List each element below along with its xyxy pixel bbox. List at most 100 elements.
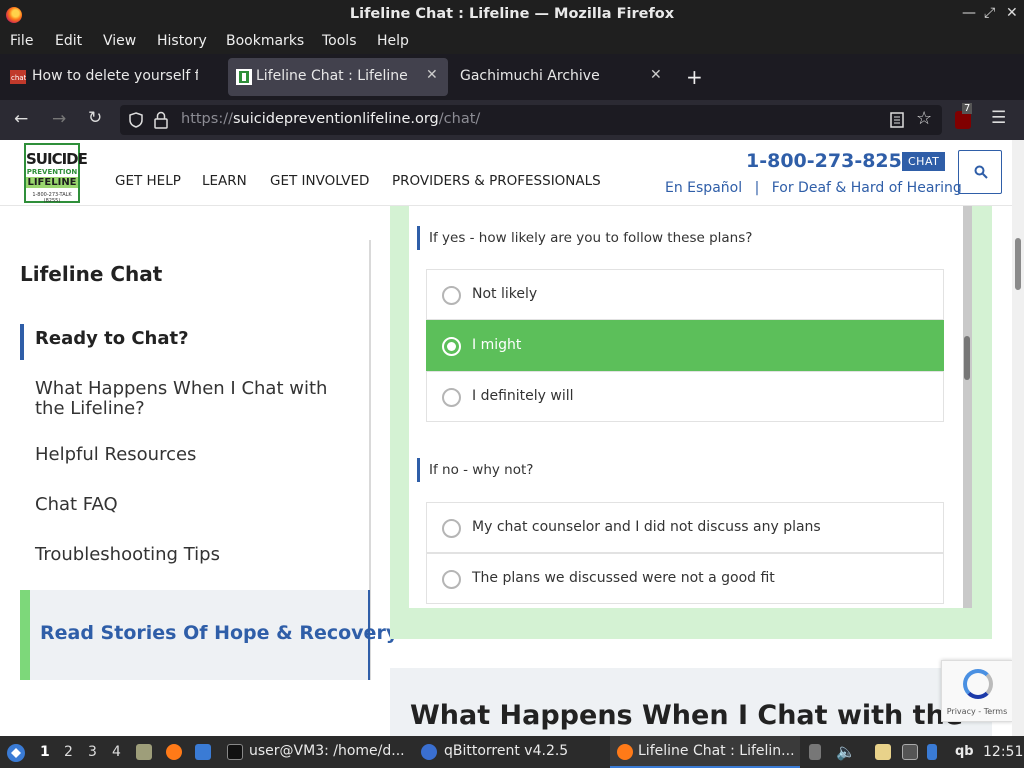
lock-icon[interactable]: [154, 111, 168, 129]
recaptcha-terms-link[interactable]: Terms: [984, 707, 1008, 716]
deaf-hard-of-hearing-link[interactable]: For Deaf & Hard of Hearing: [772, 180, 962, 196]
firefox-launcher-icon[interactable]: [166, 744, 182, 760]
nav-providers-professionals[interactable]: PROVIDERS & PROFESSIONALS: [392, 173, 601, 189]
sidebar-item-ready-to-chat[interactable]: Ready to Chat?: [35, 328, 189, 349]
what-happens-section: What Happens When I Chat with the: [390, 668, 992, 736]
option-did-not-discuss[interactable]: My chat counselor and I did not discuss …: [426, 502, 944, 553]
option-not-good-fit[interactable]: The plans we discussed were not a good f…: [426, 553, 944, 604]
task-terminal[interactable]: user@VM3: /home/d...: [249, 743, 405, 759]
navigation-toolbar: ← → ↻ https://suicidepreventionlifeline.…: [0, 100, 1024, 140]
sidebar-item-troubleshooting[interactable]: Troubleshooting Tips: [35, 544, 220, 565]
radio-button-selected[interactable]: [442, 337, 461, 356]
radio-button[interactable]: [442, 570, 461, 589]
workspace-4[interactable]: 4: [112, 744, 121, 760]
lifeline-favicon-icon: [236, 69, 252, 85]
chat-favicon-icon: chat: [10, 70, 26, 84]
window-title: Lifeline Chat : Lifeline — Mozilla Firef…: [349, 6, 675, 22]
back-icon[interactable]: ←: [14, 109, 28, 129]
file-manager-icon[interactable]: [136, 744, 152, 760]
new-tab-icon[interactable]: +: [686, 65, 703, 89]
sidebar-item-chat-faq[interactable]: Chat FAQ: [35, 494, 118, 515]
task-firefox-active[interactable]: Lifeline Chat : Lifelin...: [610, 736, 800, 768]
tab-label: Lifeline Chat : Lifeline: [256, 68, 408, 84]
window-titlebar: Lifeline Chat : Lifeline — Mozilla Firef…: [0, 0, 1024, 30]
page-scroll-thumb[interactable]: [1015, 238, 1021, 290]
network-icon[interactable]: [902, 744, 918, 760]
close-window-icon[interactable]: ✕: [1006, 5, 1018, 21]
sidebar-title: Lifeline Chat: [20, 262, 163, 286]
tray-storage-icon[interactable]: [809, 744, 821, 760]
workspace-2[interactable]: 2: [64, 744, 73, 760]
stories-of-hope-link[interactable]: Read Stories Of Hope & Recovery: [20, 590, 398, 680]
site-search-button[interactable]: [958, 150, 1002, 194]
nav-get-help[interactable]: GET HELP: [115, 173, 181, 189]
separator: |: [754, 180, 760, 196]
url-text[interactable]: https://suicidepreventionlifeline.org/ch…: [181, 111, 480, 127]
start-menu-icon[interactable]: [6, 743, 26, 763]
workspace-3[interactable]: 3: [88, 744, 97, 760]
radio-button[interactable]: [442, 519, 461, 538]
clipboard-icon[interactable]: [875, 744, 891, 760]
sidebar-item-what-happens[interactable]: What Happens When I Chat with the Lifeli…: [35, 379, 355, 419]
survey-scrollbar[interactable]: [963, 206, 972, 608]
option-not-likely[interactable]: Not likely: [426, 269, 944, 320]
recaptcha-privacy-link[interactable]: Privacy: [947, 707, 976, 716]
option-definitely-will[interactable]: I definitely will: [426, 371, 944, 422]
menu-bar: File Edit View History Bookmarks Tools H…: [0, 30, 1024, 54]
terminal-icon[interactable]: [227, 744, 243, 760]
tab-delete-yourself[interactable]: chat How to delete yourself fr: [0, 58, 226, 96]
question-why-not: If no - why not?: [417, 458, 533, 482]
menu-bookmarks[interactable]: Bookmarks: [226, 33, 304, 49]
task-qbittorrent[interactable]: qBittorrent v4.2.5: [444, 743, 568, 759]
menu-edit[interactable]: Edit: [55, 33, 82, 49]
url-bar[interactable]: https://suicidepreventionlifeline.org/ch…: [120, 105, 942, 135]
desktop-icon[interactable]: [195, 744, 211, 760]
section-heading: What Happens When I Chat with the: [410, 700, 964, 731]
menu-tools[interactable]: Tools: [322, 33, 357, 49]
radio-button[interactable]: [442, 388, 461, 407]
hamburger-menu-icon[interactable]: ☰: [991, 108, 1006, 128]
question-follow-plans: If yes - how likely are you to follow th…: [417, 226, 752, 250]
menu-view[interactable]: View: [103, 33, 136, 49]
nav-learn[interactable]: LEARN: [202, 173, 247, 189]
tab-label: How to delete yourself fr: [32, 68, 198, 84]
sidebar-item-helpful-resources[interactable]: Helpful Resources: [35, 444, 196, 465]
taskbar: 1 2 3 4 user@VM3: /home/d... qBittorrent…: [0, 736, 1024, 768]
tab-gachimuchi[interactable]: Gachimuchi Archive ✕: [450, 58, 670, 96]
radio-button[interactable]: [442, 286, 461, 305]
recaptcha-icon: [963, 669, 993, 699]
survey-scroll-thumb[interactable]: [964, 336, 970, 380]
page-scrollbar[interactable]: [1012, 140, 1024, 736]
minimize-icon[interactable]: —: [962, 5, 976, 21]
menu-help[interactable]: Help: [377, 33, 409, 49]
maximize-icon[interactable]: ⤢: [984, 5, 995, 21]
option-i-might[interactable]: I might: [426, 320, 944, 371]
close-tab-icon[interactable]: ✕: [426, 67, 438, 83]
chat-badge[interactable]: CHAT: [902, 152, 946, 171]
hotline-phone[interactable]: 1-800-273-8255: [746, 150, 915, 172]
workspace-1[interactable]: 1: [40, 744, 50, 760]
site-header: SUICIDE PREVENTION LIFELINE 1-800-273-TA…: [0, 140, 1012, 206]
qbittorrent-tray-icon[interactable]: qb: [955, 744, 974, 759]
reader-view-icon[interactable]: [890, 112, 904, 128]
clock: 12:51: [983, 744, 1024, 760]
active-indicator: [20, 324, 24, 360]
recaptcha-badge[interactable]: Privacy - Terms: [941, 660, 1013, 722]
lifeline-logo[interactable]: SUICIDE PREVENTION LIFELINE 1-800-273-TA…: [24, 143, 88, 204]
nav-get-involved[interactable]: GET INVOLVED: [270, 173, 369, 189]
close-tab-icon[interactable]: ✕: [650, 67, 662, 83]
bookmark-star-icon[interactable]: ☆: [916, 108, 932, 129]
forward-icon[interactable]: →: [52, 109, 66, 129]
menu-file[interactable]: File: [10, 33, 33, 49]
espanol-link[interactable]: En Español: [665, 180, 742, 196]
tab-label: Gachimuchi Archive: [460, 68, 600, 84]
reload-icon[interactable]: ↻: [88, 108, 102, 128]
qbittorrent-icon[interactable]: [421, 744, 437, 760]
menu-history[interactable]: History: [157, 33, 207, 49]
shield-icon[interactable]: [128, 112, 144, 128]
tab-lifeline-chat[interactable]: Lifeline Chat : Lifeline ✕: [228, 58, 448, 96]
svg-text:chat: chat: [11, 74, 26, 82]
survey-frame-bottom: [409, 608, 972, 639]
notification-icon[interactable]: [927, 744, 937, 760]
volume-icon[interactable]: 🔈: [836, 742, 856, 761]
